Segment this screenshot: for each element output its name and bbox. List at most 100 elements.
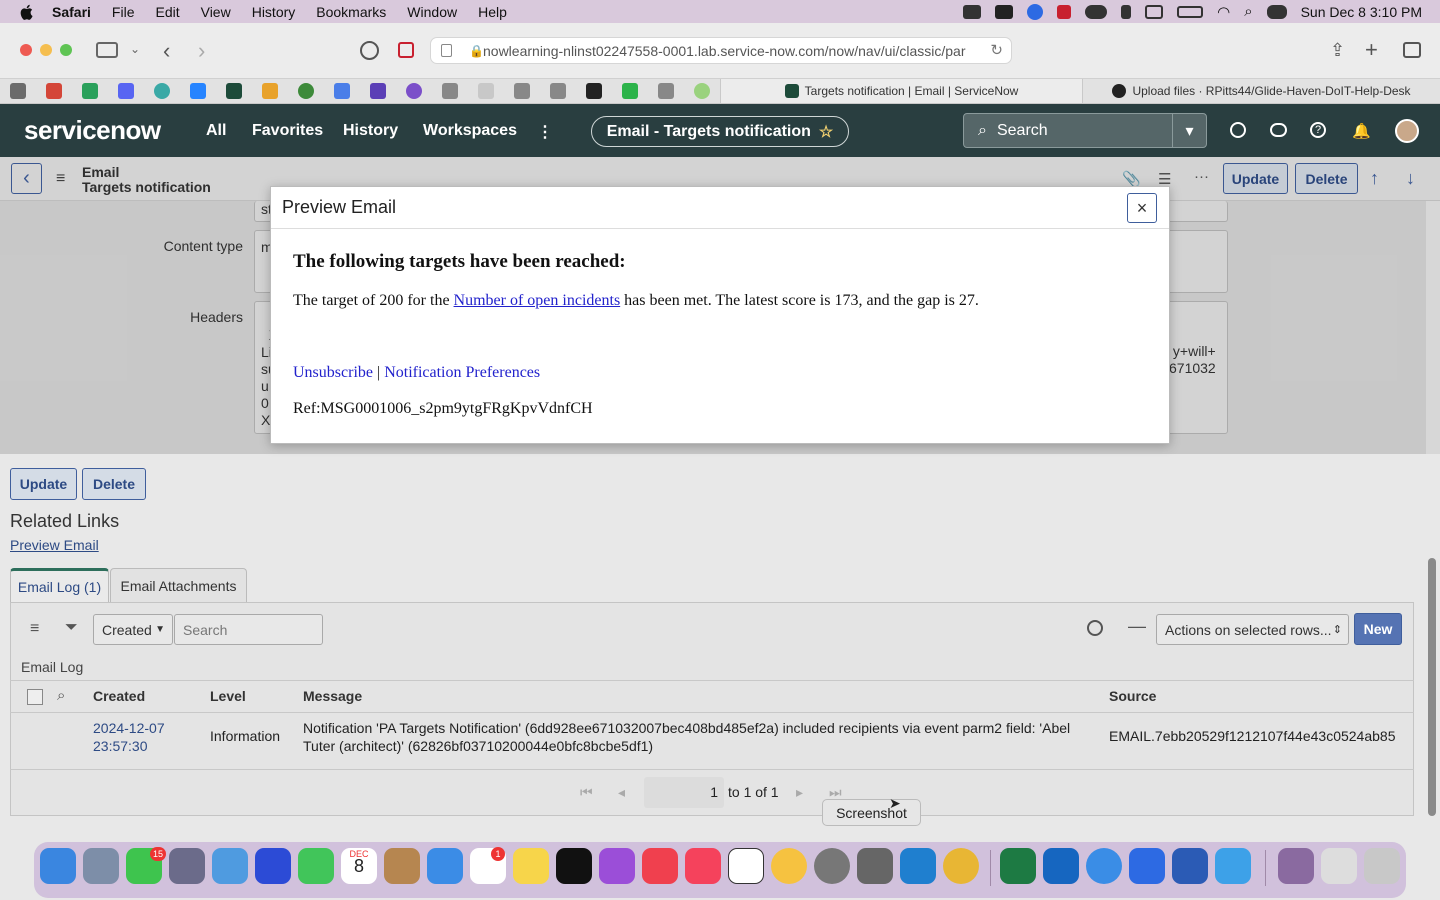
chrome-icon[interactable] xyxy=(943,848,979,884)
bookmark-docs-icon[interactable] xyxy=(334,83,350,99)
delete-button[interactable]: Delete xyxy=(82,468,146,500)
column-level[interactable]: Level xyxy=(210,688,246,704)
sidebar-toggle-icon[interactable] xyxy=(96,42,118,58)
screens-status-icon[interactable] xyxy=(1145,4,1164,19)
tab-email-attachments[interactable]: Email Attachments xyxy=(110,568,247,603)
notification-preferences-link[interactable]: Notification Preferences xyxy=(384,364,540,381)
bookmark-link-icon[interactable] xyxy=(478,83,494,99)
list-search-input[interactable]: Search xyxy=(174,614,323,645)
tab-github[interactable]: Upload files · RPitts44/Glide-Haven-DoIT… xyxy=(1082,79,1440,103)
global-search-input[interactable]: ⌕ Search ▾ xyxy=(963,113,1207,148)
bookmark-jira-icon[interactable] xyxy=(190,83,206,99)
zoom-status-icon[interactable] xyxy=(1027,3,1044,20)
globe-icon[interactable] xyxy=(1230,122,1246,138)
bookmark-gmail-icon[interactable] xyxy=(46,83,62,99)
documents-stack-icon[interactable] xyxy=(1321,848,1357,884)
next-page-icon[interactable]: ▸ xyxy=(796,784,803,801)
system-settings-icon[interactable] xyxy=(814,848,850,884)
bookmark-rss-icon[interactable] xyxy=(298,83,314,99)
bookmark-w-icon[interactable] xyxy=(10,83,26,99)
nav-workspaces[interactable]: Workspaces xyxy=(423,122,517,140)
avatar[interactable] xyxy=(1395,119,1419,143)
new-button[interactable]: New xyxy=(1354,613,1402,645)
excel-icon[interactable] xyxy=(1000,848,1036,884)
column-source[interactable]: Source xyxy=(1109,688,1156,704)
star-icon[interactable]: ☆ xyxy=(819,122,833,142)
apple-icon[interactable] xyxy=(18,3,36,21)
vscode-icon[interactable] xyxy=(900,848,936,884)
bookmark-m-icon[interactable] xyxy=(550,83,566,99)
apple-tv-icon[interactable] xyxy=(556,848,592,884)
share-icon[interactable]: ⇪ xyxy=(1330,40,1345,61)
bookmark-sheets-icon[interactable] xyxy=(82,83,98,99)
filter-icon[interactable]: ⏷ xyxy=(65,619,78,637)
page-input[interactable]: 1 xyxy=(644,777,724,808)
menu-help[interactable]: Help xyxy=(478,4,507,20)
scrollbar[interactable] xyxy=(1428,558,1436,816)
tab-servicenow[interactable]: Targets notification | Email | ServiceNo… xyxy=(720,79,1082,103)
bookmark-discord-icon[interactable] xyxy=(118,83,134,99)
reload-icon[interactable]: ↻ xyxy=(986,41,1003,59)
zoom-window-button[interactable] xyxy=(60,44,72,56)
search-field-select[interactable]: Created ▼ xyxy=(93,614,173,645)
help-icon[interactable]: ? xyxy=(1310,122,1326,138)
search-icon[interactable]: ⌕ xyxy=(1244,3,1252,20)
menu-window[interactable]: Window xyxy=(407,4,457,20)
nav-favorites[interactable]: Favorites xyxy=(252,122,323,140)
bookmark-k-icon[interactable] xyxy=(514,83,530,99)
bookmark-servicenow-icon[interactable] xyxy=(226,83,242,99)
extension-icon[interactable] xyxy=(398,42,414,58)
safari-icon[interactable] xyxy=(1086,848,1122,884)
bookmark-circle-icon[interactable] xyxy=(154,83,170,99)
mail-icon[interactable] xyxy=(427,848,463,884)
music-icon[interactable] xyxy=(685,848,721,884)
mcafee-status-icon[interactable] xyxy=(1057,4,1072,19)
facetime-icon[interactable] xyxy=(298,848,334,884)
bookmark-info-icon[interactable] xyxy=(406,83,422,99)
tab-email-log[interactable]: Email Log (1) xyxy=(10,568,109,603)
servicenow-logo[interactable]: servicenow xyxy=(24,115,161,146)
control-center-icon[interactable] xyxy=(1266,4,1287,19)
bookmark-s2-icon[interactable] xyxy=(658,83,674,99)
update-button[interactable]: Update xyxy=(10,468,77,500)
menu-safari[interactable]: Safari xyxy=(52,4,91,20)
bookmark-list-icon[interactable] xyxy=(370,83,386,99)
tab-overview-icon[interactable] xyxy=(1403,42,1421,58)
preview-email-link[interactable]: Preview Email xyxy=(10,537,99,553)
address-bar[interactable]: 🔒 nowlearning-nlinst02247558-0001.lab.se… xyxy=(430,37,1012,64)
menu-file[interactable]: File xyxy=(112,4,135,20)
wifi-icon[interactable]: ◠ xyxy=(1217,3,1230,21)
calendar-icon[interactable]: DEC 8 xyxy=(341,848,377,884)
bookmark-feedly-icon[interactable] xyxy=(622,83,638,99)
contacts-icon[interactable] xyxy=(384,848,420,884)
screenshot-icon[interactable] xyxy=(857,848,893,884)
first-page-icon[interactable]: ⏮ xyxy=(580,784,593,801)
notion-icon[interactable] xyxy=(728,848,764,884)
battery-icon[interactable] xyxy=(1177,5,1204,18)
menubar-clock[interactable]: Sun Dec 8 3:10 PM xyxy=(1301,4,1422,20)
list-menu-icon[interactable]: ≡ xyxy=(30,620,39,638)
notes-icon[interactable] xyxy=(513,848,549,884)
finder-icon[interactable] xyxy=(40,848,76,884)
column-search-icon[interactable]: ⌕ xyxy=(57,687,65,704)
menu-bookmarks[interactable]: Bookmarks xyxy=(316,4,386,20)
downloads-stack-icon[interactable] xyxy=(1278,848,1314,884)
cloud-status-icon[interactable] xyxy=(1085,4,1108,19)
open-incidents-link[interactable]: Number of open incidents xyxy=(454,292,621,309)
word-icon[interactable] xyxy=(1172,848,1208,884)
gear-icon[interactable] xyxy=(1087,620,1103,636)
more-menu-icon[interactable]: ⋮ xyxy=(537,122,553,142)
bookmark-drive-icon[interactable] xyxy=(262,83,278,99)
menu-view[interactable]: View xyxy=(201,4,231,20)
unsubscribe-link[interactable]: Unsubscribe xyxy=(293,364,373,381)
podcasts-icon[interactable] xyxy=(599,848,635,884)
maps-icon[interactable] xyxy=(212,848,248,884)
actions-select[interactable]: Actions on selected rows... ⇕ xyxy=(1156,614,1349,645)
chat-icon[interactable] xyxy=(1270,123,1287,137)
prev-page-icon[interactable]: ◂ xyxy=(618,784,625,801)
outlook-icon[interactable] xyxy=(1043,848,1079,884)
feather-status-icon[interactable] xyxy=(1121,4,1132,19)
chevron-down-icon[interactable]: ⌄ xyxy=(130,42,140,56)
outlook-status-icon[interactable] xyxy=(963,4,982,19)
new-tab-icon[interactable]: + xyxy=(1365,37,1378,63)
